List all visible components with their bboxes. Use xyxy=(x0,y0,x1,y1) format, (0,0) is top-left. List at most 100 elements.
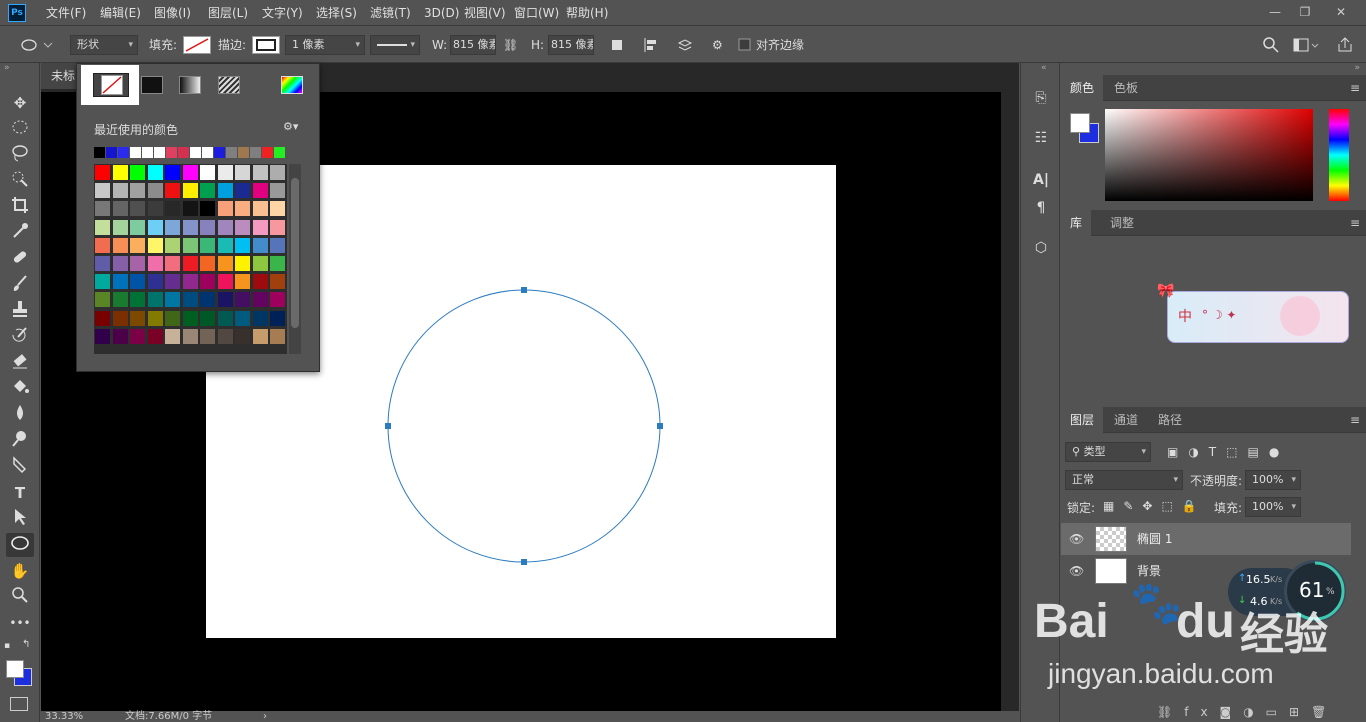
color-swatch[interactable] xyxy=(129,291,146,309)
paint-bucket-tool-icon[interactable] xyxy=(6,377,34,401)
menu-9[interactable]: 窗口(W) xyxy=(514,0,559,26)
recent-color-swatch[interactable] xyxy=(250,147,261,158)
color-swatch[interactable] xyxy=(234,236,251,254)
color-swatch[interactable] xyxy=(216,291,234,309)
color-swatch[interactable] xyxy=(251,309,269,327)
dodge-tool-icon[interactable] xyxy=(6,429,34,453)
color-swatch[interactable] xyxy=(94,200,111,218)
collapse-dock-icon[interactable]: « xyxy=(1041,63,1047,73)
recent-color-swatch[interactable] xyxy=(274,147,285,158)
color-swatch[interactable] xyxy=(251,200,269,218)
properties-panel-icon[interactable]: ☷ xyxy=(1029,127,1053,149)
color-swatch[interactable] xyxy=(251,327,269,345)
tab-adjustments[interactable]: 调整 xyxy=(1101,210,1143,236)
color-swatch[interactable] xyxy=(111,236,129,254)
healing-brush-tool-icon[interactable] xyxy=(6,247,34,271)
color-swatch[interactable] xyxy=(199,309,216,327)
fill-input[interactable]: 100% ▾ xyxy=(1245,497,1301,517)
recent-color-swatch[interactable] xyxy=(238,147,249,158)
color-swatch[interactable] xyxy=(94,309,111,327)
color-swatch[interactable] xyxy=(234,273,251,291)
color-swatch[interactable] xyxy=(251,182,269,200)
move-tool-icon[interactable]: ✥ xyxy=(6,91,34,115)
menu-6[interactable]: 滤镜(T) xyxy=(370,0,411,26)
3d-panel-icon[interactable]: ⬡ xyxy=(1029,237,1053,259)
stroke-type-dropdown[interactable]: ▾ xyxy=(370,35,420,55)
hand-tool-icon[interactable]: ✋ xyxy=(6,559,34,583)
color-swatch[interactable] xyxy=(94,273,111,291)
color-panel-foreground-swatch[interactable] xyxy=(1070,113,1090,133)
menu-4[interactable]: 文字(Y) xyxy=(262,0,303,26)
color-swatch[interactable] xyxy=(94,164,111,181)
color-swatch[interactable] xyxy=(269,182,286,200)
color-swatch[interactable] xyxy=(111,327,129,345)
color-swatch[interactable] xyxy=(111,164,129,181)
search-icon[interactable] xyxy=(1262,35,1280,55)
color-swatch[interactable] xyxy=(181,182,199,200)
recent-color-swatch[interactable] xyxy=(166,147,177,158)
color-swatch[interactable] xyxy=(111,309,129,327)
color-swatch[interactable] xyxy=(111,200,129,218)
share-icon[interactable] xyxy=(1336,35,1354,55)
color-swatch[interactable] xyxy=(216,273,234,291)
recent-color-swatch[interactable] xyxy=(202,147,213,158)
color-swatch[interactable] xyxy=(216,182,234,200)
color-swatch[interactable] xyxy=(181,309,199,327)
color-swatch[interactable] xyxy=(199,236,216,254)
more-tools-icon[interactable]: ••• xyxy=(6,611,34,635)
color-swatch[interactable] xyxy=(251,273,269,291)
color-swatch[interactable] xyxy=(129,182,146,200)
menu-8[interactable]: 视图(V) xyxy=(464,0,506,26)
color-swatch[interactable] xyxy=(129,200,146,218)
color-swatch[interactable] xyxy=(164,200,181,218)
color-swatch[interactable] xyxy=(216,218,234,236)
color-swatch[interactable] xyxy=(146,255,164,272)
path-alignment-icon[interactable] xyxy=(643,35,659,55)
color-swatch[interactable] xyxy=(234,218,251,236)
color-swatch[interactable] xyxy=(269,218,286,236)
no-color-button[interactable] xyxy=(81,65,139,105)
color-swatch[interactable] xyxy=(146,327,164,345)
color-swatch[interactable] xyxy=(181,255,199,272)
swatch-settings-gear-icon[interactable]: ⚙▾ xyxy=(283,120,298,133)
status-menu-arrow-icon[interactable]: › xyxy=(263,711,267,722)
color-swatch[interactable] xyxy=(269,200,286,218)
tab-channels[interactable]: 通道 xyxy=(1105,407,1147,433)
menu-7[interactable]: 3D(D) xyxy=(424,0,459,26)
blur-tool-icon[interactable] xyxy=(6,403,34,427)
minimize-button[interactable]: — xyxy=(1260,2,1290,22)
color-swatch[interactable] xyxy=(146,164,164,181)
color-swatch[interactable] xyxy=(199,327,216,345)
menu-3[interactable]: 图层(L) xyxy=(208,0,248,26)
height-input[interactable]: 815 像素 xyxy=(548,35,594,55)
collapse-tools-icon[interactable]: » xyxy=(4,63,10,73)
fill-swatch-button[interactable] xyxy=(183,35,211,55)
gear-icon[interactable]: ⚙ xyxy=(712,35,723,55)
path-operations-icon[interactable] xyxy=(610,35,626,55)
menu-5[interactable]: 选择(S) xyxy=(316,0,357,26)
menu-0[interactable]: 文件(F) xyxy=(46,0,86,26)
panel-menu-icon[interactable]: ≡ xyxy=(1350,81,1360,95)
color-swatch[interactable] xyxy=(146,236,164,254)
color-swatch[interactable] xyxy=(234,164,251,181)
zoom-tool-icon[interactable] xyxy=(6,585,34,609)
color-swatch[interactable] xyxy=(181,273,199,291)
layer-row-ellipse[interactable]: 👁 椭圆 1 xyxy=(1061,523,1351,555)
stroke-swatch-button[interactable] xyxy=(252,35,280,55)
lock-icons[interactable]: ▦✎✥⬚🔒 xyxy=(1103,499,1206,513)
layer-filter-icons[interactable]: ▣◑T⬚▤● xyxy=(1167,445,1289,459)
color-swatch[interactable] xyxy=(164,273,181,291)
color-swatch[interactable] xyxy=(234,182,251,200)
pen-tool-icon[interactable] xyxy=(6,455,34,479)
color-swatch[interactable] xyxy=(234,309,251,327)
color-swatch[interactable] xyxy=(129,218,146,236)
color-swatch[interactable] xyxy=(251,236,269,254)
align-edges-checkbox[interactable] xyxy=(738,35,752,55)
color-swatch[interactable] xyxy=(199,273,216,291)
lasso-tool-icon[interactable] xyxy=(6,143,34,167)
color-swatch[interactable] xyxy=(234,200,251,218)
menu-1[interactable]: 编辑(E) xyxy=(100,0,141,26)
history-panel-icon[interactable]: ⎘ xyxy=(1029,87,1053,109)
zoom-level[interactable]: 33.33% xyxy=(45,711,83,722)
color-swatch[interactable] xyxy=(199,164,216,181)
